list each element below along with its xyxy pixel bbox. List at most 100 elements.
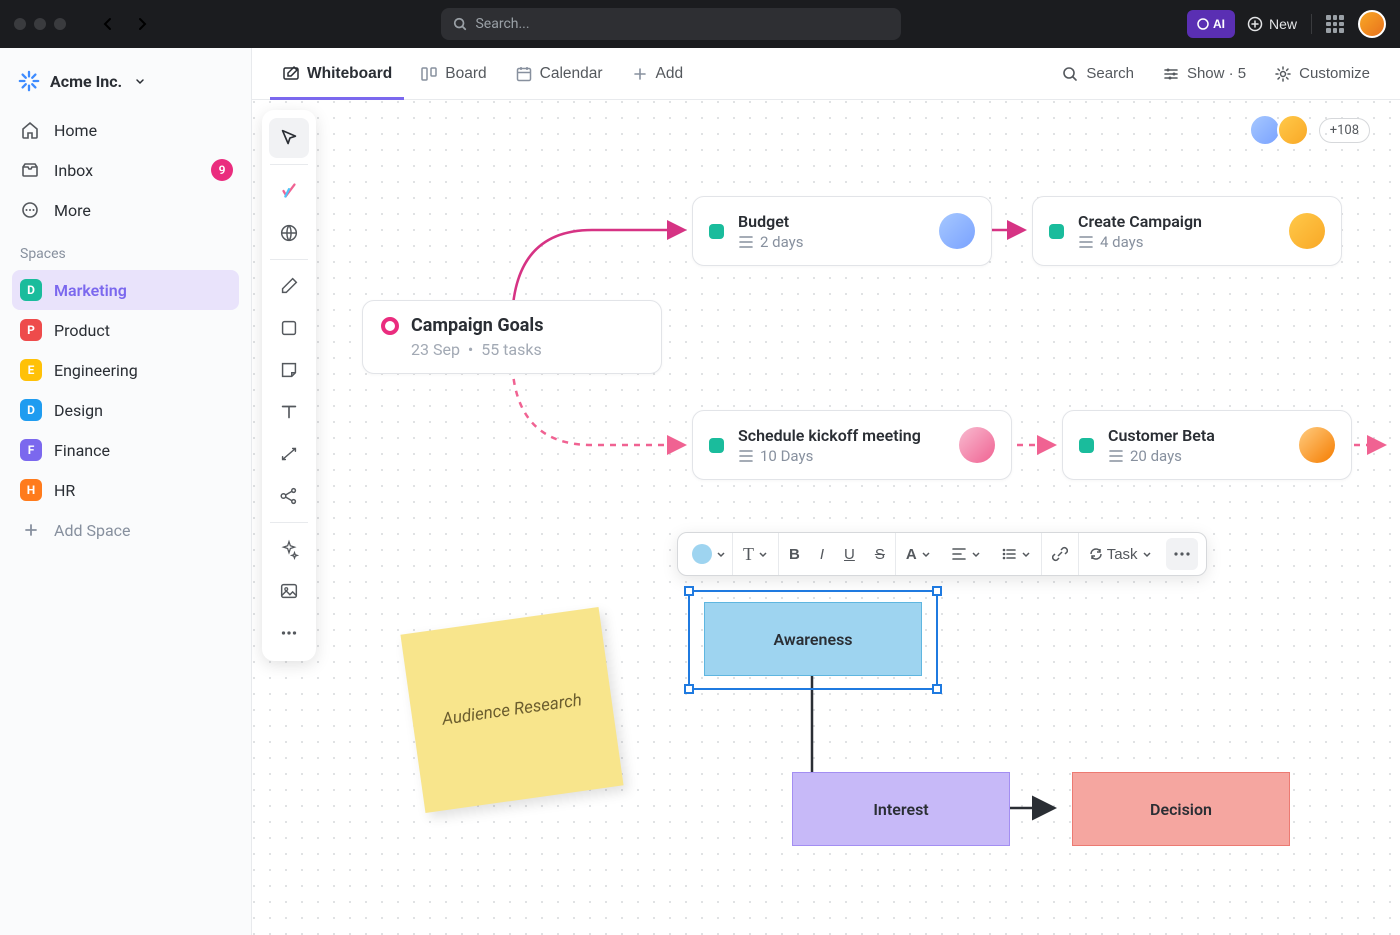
spaces-header: Spaces: [12, 230, 239, 270]
new-button[interactable]: New: [1247, 16, 1297, 32]
image-icon: [278, 580, 300, 602]
window-traffic-lights: [14, 18, 66, 30]
apps-grid-icon[interactable]: [1326, 15, 1344, 33]
chevron-down-icon: [716, 549, 726, 559]
tab-add-view[interactable]: Add: [619, 48, 696, 99]
space-item-marketing[interactable]: DMarketing: [12, 270, 239, 310]
nav-home[interactable]: Home: [12, 110, 239, 150]
link-icon: [1052, 546, 1068, 562]
search-placeholder: Search...: [475, 16, 529, 32]
nav-back-button[interactable]: [94, 10, 122, 38]
search-icon: [1061, 65, 1079, 83]
task-card-budget[interactable]: Budget2 days: [692, 196, 992, 266]
collaborators: +108: [1259, 114, 1370, 146]
task-card-kickoff[interactable]: Schedule kickoff meeting10 Days: [692, 410, 1012, 480]
tab-board[interactable]: Board: [408, 48, 498, 99]
sidebar: Acme Inc. Home Inbox 9 More Spaces DMark…: [0, 48, 252, 935]
underline-button[interactable]: U: [834, 533, 865, 575]
whiteboard-canvas[interactable]: +108 Campaign Goals: [252, 100, 1400, 935]
assignee-avatar[interactable]: [1289, 213, 1325, 249]
space-item-product[interactable]: PProduct: [12, 310, 239, 350]
calendar-icon: [515, 65, 533, 83]
tab-calendar[interactable]: Calendar: [503, 48, 615, 99]
collaborator-avatar[interactable]: [1277, 114, 1309, 146]
list-icon: [1078, 235, 1094, 249]
collaborators-more[interactable]: +108: [1319, 118, 1370, 143]
space-item-engineering[interactable]: EEngineering: [12, 350, 239, 390]
nav-forward-button[interactable]: [128, 10, 156, 38]
assignee-avatar[interactable]: [1299, 427, 1335, 463]
mindmap-icon: [278, 485, 300, 507]
space-item-finance[interactable]: FFinance: [12, 430, 239, 470]
global-search[interactable]: Search...: [441, 8, 901, 40]
assignee-avatar[interactable]: [939, 213, 975, 249]
chevron-down-icon: [758, 549, 768, 559]
font-button[interactable]: T: [733, 533, 779, 575]
tool-more[interactable]: [269, 613, 309, 653]
tool-task[interactable]: [269, 171, 309, 211]
tool-text[interactable]: [269, 392, 309, 432]
text-color-button[interactable]: A: [896, 533, 941, 575]
tool-connector[interactable]: [269, 434, 309, 474]
nav-inbox[interactable]: Inbox 9: [12, 150, 239, 190]
shape-awareness[interactable]: Awareness: [704, 602, 922, 676]
goal-card[interactable]: Campaign Goals 23 Sep • 55 tasks: [362, 300, 662, 374]
more-icon: [20, 200, 40, 220]
tool-shape[interactable]: [269, 308, 309, 348]
inbox-badge: 9: [211, 159, 233, 181]
workspace-selector[interactable]: Acme Inc.: [12, 62, 239, 100]
sliders-icon: [1162, 65, 1180, 83]
nav-more[interactable]: More: [12, 190, 239, 230]
strike-button[interactable]: S: [865, 533, 896, 575]
bold-button[interactable]: B: [779, 533, 810, 575]
align-icon: [951, 547, 967, 561]
shape-format-toolbar: T B I U S A Task: [677, 532, 1207, 576]
status-dot-icon: [709, 438, 724, 453]
toolbar-search[interactable]: Search: [1049, 48, 1146, 99]
fill-color-button[interactable]: [682, 533, 733, 575]
add-space-button[interactable]: Add Space: [12, 510, 239, 550]
space-item-design[interactable]: DDesign: [12, 390, 239, 430]
toolbar-show[interactable]: Show · 5: [1150, 48, 1258, 99]
shape-decision[interactable]: Decision: [1072, 772, 1290, 846]
user-avatar[interactable]: [1358, 10, 1386, 38]
pen-icon: [278, 275, 300, 297]
status-dot-icon: [1079, 438, 1094, 453]
chevron-down-icon: [1142, 549, 1152, 559]
tab-whiteboard[interactable]: Whiteboard: [270, 48, 404, 99]
link-button[interactable]: [1042, 533, 1079, 575]
space-color-icon: P: [20, 319, 42, 341]
whiteboard-icon: [282, 65, 300, 83]
tool-web[interactable]: [269, 213, 309, 253]
sticky-note[interactable]: Audience Research: [400, 607, 623, 813]
text-icon: [278, 401, 300, 423]
tool-mindmap[interactable]: [269, 476, 309, 516]
more-options-button[interactable]: [1166, 538, 1198, 570]
italic-button[interactable]: I: [810, 533, 834, 575]
dots-icon: [278, 622, 300, 644]
task-icon: [278, 180, 300, 202]
goal-status-ring-icon: [381, 317, 399, 335]
sticky-icon: [278, 359, 300, 381]
tool-ai[interactable]: [269, 529, 309, 569]
workspace-logo-icon: [18, 70, 40, 92]
tool-pointer[interactable]: [269, 118, 309, 158]
tool-image[interactable]: [269, 571, 309, 611]
assignee-avatar[interactable]: [959, 427, 995, 463]
list-button[interactable]: [991, 533, 1042, 575]
tool-pen[interactable]: [269, 266, 309, 306]
plus-icon: [631, 65, 649, 83]
convert-task-button[interactable]: Task: [1079, 533, 1162, 575]
tool-sticky[interactable]: [269, 350, 309, 390]
ai-button[interactable]: AI: [1187, 10, 1235, 38]
space-item-hr[interactable]: HHR: [12, 470, 239, 510]
collaborator-avatar[interactable]: [1249, 114, 1281, 146]
align-button[interactable]: [941, 533, 991, 575]
square-icon: [278, 317, 300, 339]
inbox-icon: [20, 160, 40, 180]
toolbar-customize[interactable]: Customize: [1262, 48, 1382, 99]
dots-icon: [1174, 552, 1190, 556]
task-card-create[interactable]: Create Campaign4 days: [1032, 196, 1342, 266]
shape-interest[interactable]: Interest: [792, 772, 1010, 846]
task-card-beta[interactable]: Customer Beta20 days: [1062, 410, 1352, 480]
